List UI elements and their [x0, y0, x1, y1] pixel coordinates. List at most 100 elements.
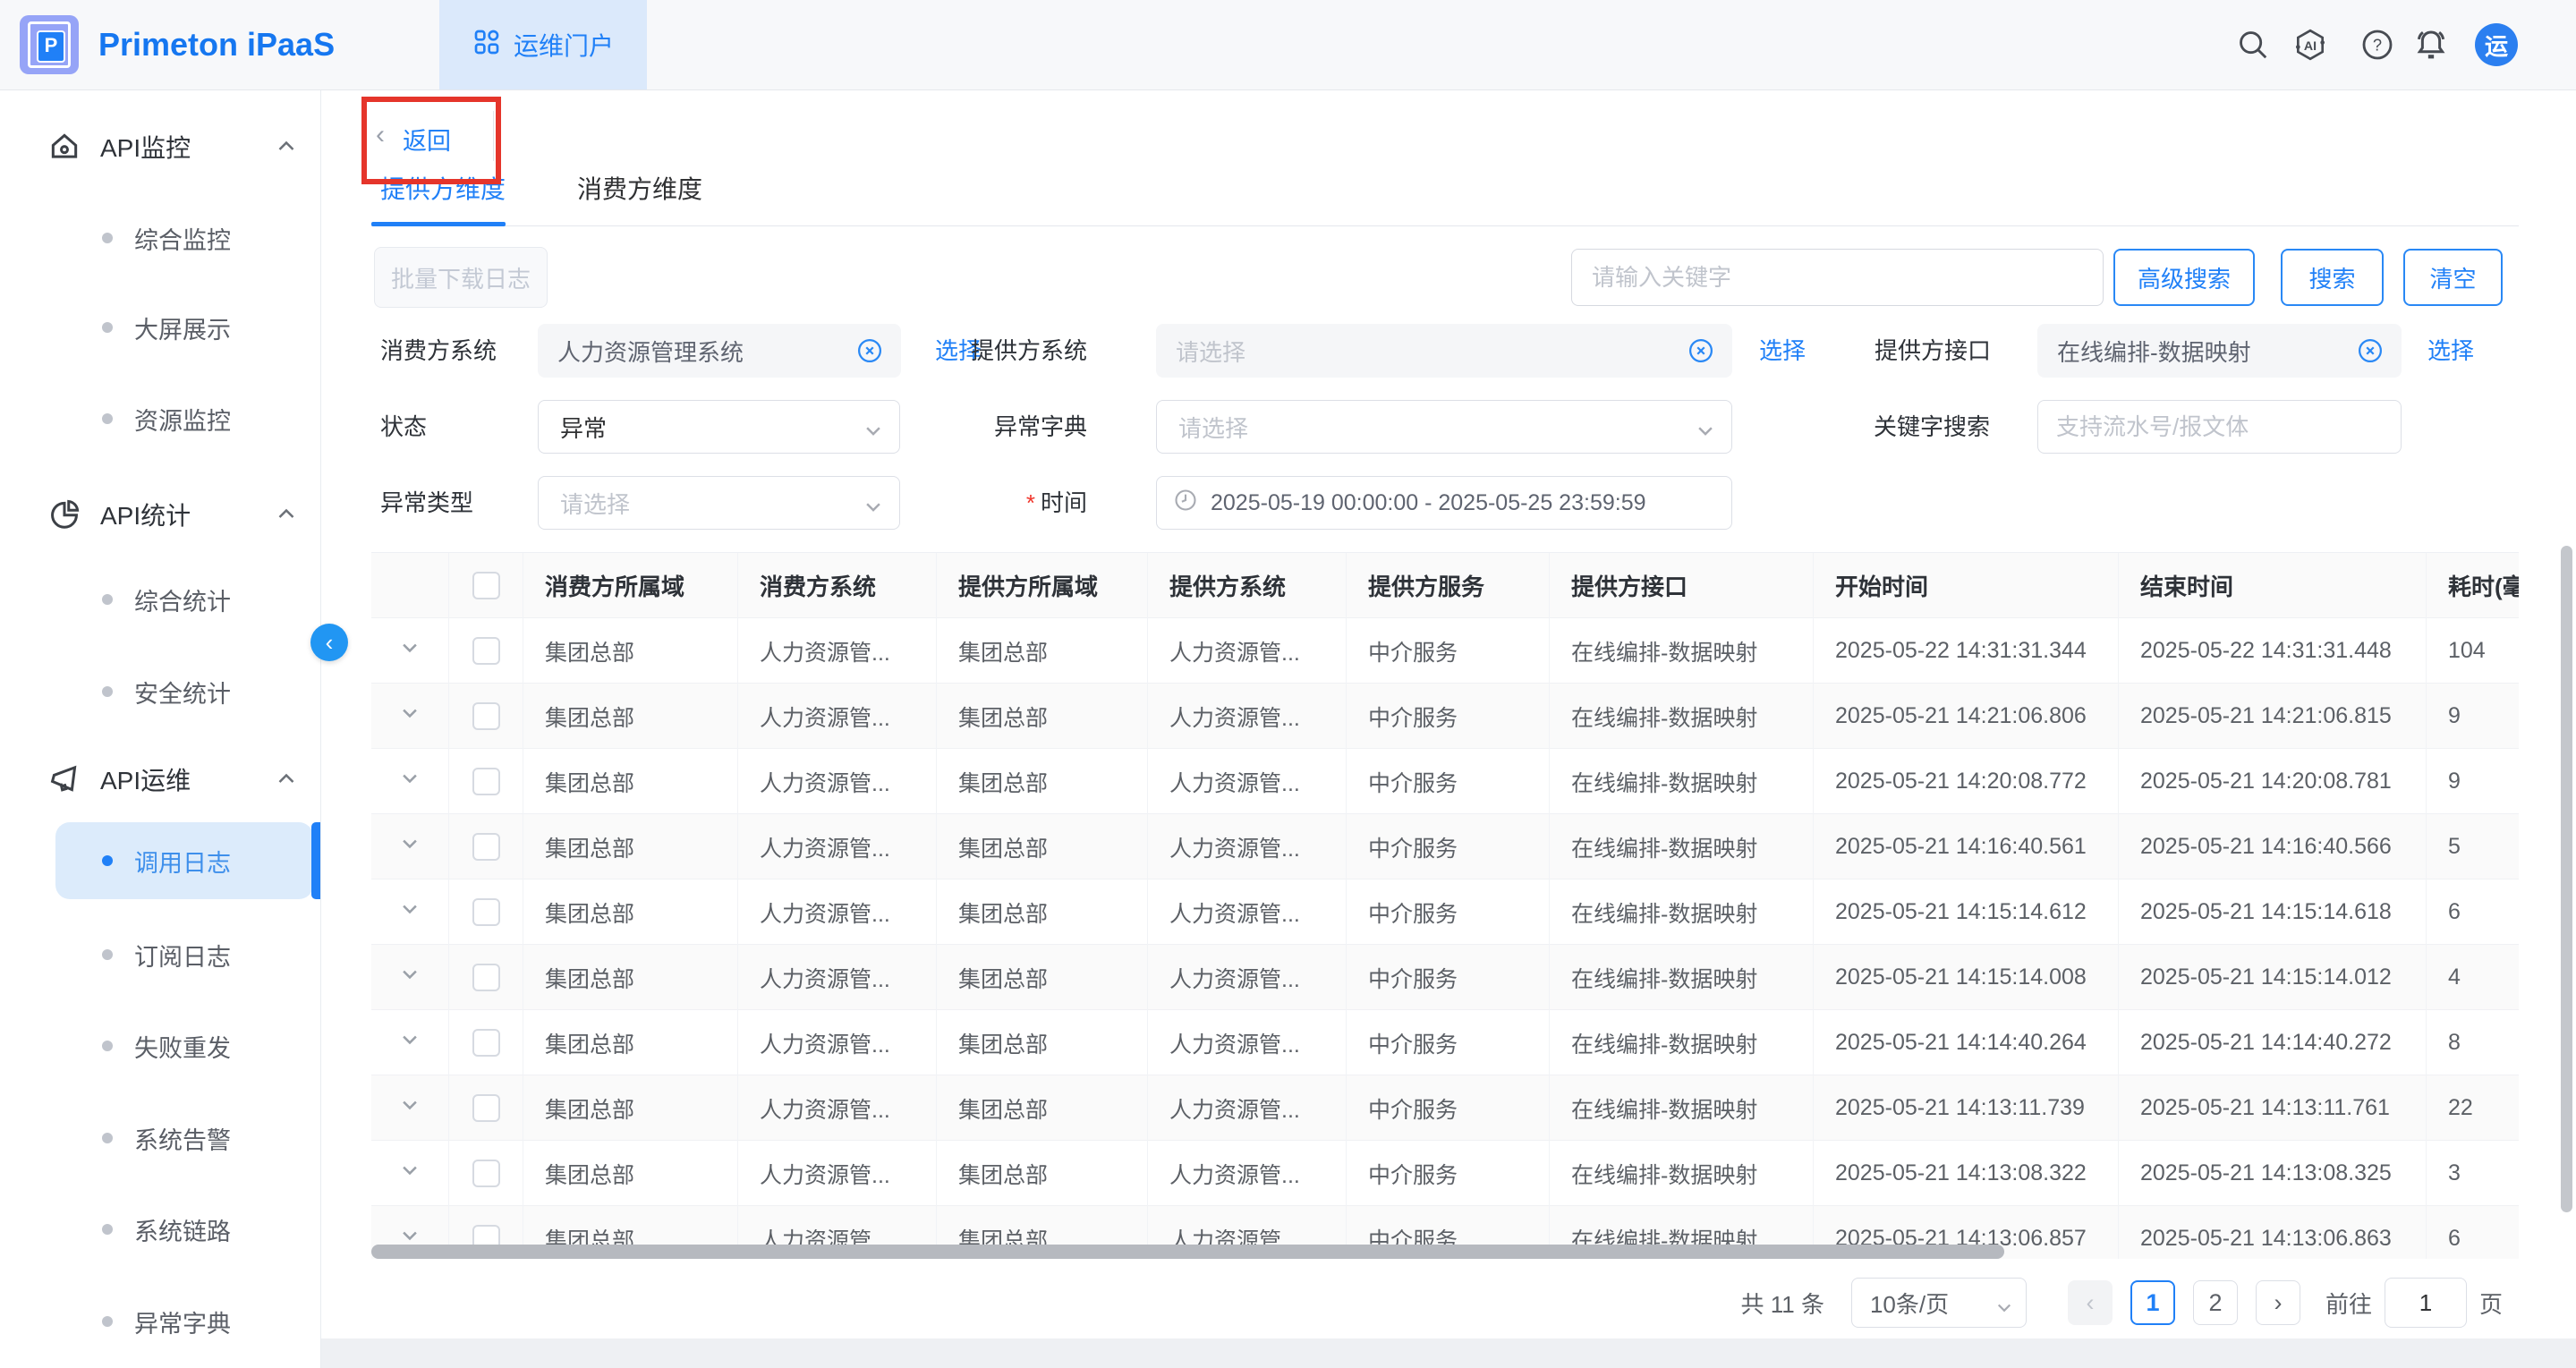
table-cell: 2025-05-21 14:15:14.612 [1814, 879, 2119, 945]
time-range-picker[interactable]: 2025-05-19 00:00:00 - 2025-05-25 23:59:5… [1156, 476, 1732, 530]
status-select[interactable]: 异常 [538, 400, 900, 454]
expand-icon[interactable] [400, 703, 420, 729]
sidebar-item[interactable]: 调用日志 [55, 822, 313, 899]
table-header-row: 消费方所属域消费方系统提供方所属域提供方系统提供方服务提供方接口开始时间结束时间… [371, 553, 2519, 618]
ai-icon[interactable]: AI [2291, 25, 2330, 64]
bell-icon[interactable] [2411, 25, 2451, 64]
table-cell: 在线编排-数据映射 [1550, 879, 1814, 945]
sidebar-item[interactable]: 系统告警 [55, 1100, 313, 1177]
sidebar-item[interactable]: 异常字典 [55, 1283, 313, 1360]
table-cell: 9 [2427, 749, 2519, 814]
table-cell [371, 945, 449, 1010]
error-dict-select[interactable]: 请选择 [1156, 400, 1732, 454]
expand-icon[interactable] [400, 964, 420, 990]
table-cell [449, 814, 523, 879]
clear-circle-icon[interactable] [856, 337, 883, 364]
row-checkbox[interactable] [472, 964, 500, 991]
consumer-system-field[interactable]: 人力资源管理系统 [538, 324, 901, 378]
sidebar-group-title[interactable]: API运维 [0, 748, 320, 811]
error-dict-label: 异常字典 [971, 400, 1087, 454]
page-size-select[interactable]: 10条/页 [1851, 1278, 2027, 1328]
select-all-checkbox[interactable] [472, 572, 500, 599]
provider-system-label: 提供方系统 [971, 324, 1087, 378]
provider-system-select-link[interactable]: 选择 [1759, 324, 1806, 378]
expand-icon[interactable] [400, 769, 420, 794]
page-size-value: 10条/页 [1870, 1287, 1949, 1320]
table-cell: 中介服务 [1347, 749, 1550, 814]
table-row: 集团总部人力资源管...集团总部人力资源管...中介服务在线编排-数据映射202… [371, 1075, 2519, 1141]
table-cell: 2025-05-21 14:13:08.322 [1814, 1141, 2119, 1206]
sidebar-item[interactable]: 订阅日志 [55, 916, 313, 993]
page-background-strip [321, 1338, 2576, 1368]
provider-system-placeholder: 请选择 [1176, 335, 1245, 368]
clear-circle-icon[interactable] [2357, 337, 2384, 364]
table-cell: 中介服务 [1347, 1141, 1550, 1206]
table-cell: 集团总部 [523, 814, 738, 879]
bullet-dot-icon [102, 322, 113, 333]
expand-icon[interactable] [400, 834, 420, 860]
consumer-system-value: 人力资源管理系统 [557, 335, 744, 368]
top-navbar: P Primeton iPaaS 运维门户 AI ? [0, 0, 2576, 90]
provider-api-field[interactable]: 在线编排-数据映射 [2037, 324, 2402, 378]
table-cell: 中介服务 [1347, 879, 1550, 945]
clear-button[interactable]: 清空 [2403, 249, 2503, 306]
sidebar-group-title[interactable]: API统计 [0, 483, 320, 546]
table-cell: 22 [2427, 1075, 2519, 1141]
table-cell: 人力资源管... [738, 1010, 937, 1075]
provider-system-field[interactable]: 请选择 [1156, 324, 1732, 378]
search-icon[interactable] [2233, 25, 2273, 64]
page-number-button[interactable]: 2 [2193, 1280, 2238, 1325]
keyword-filter-input[interactable] [2037, 400, 2402, 454]
advanced-search-button[interactable]: 高级搜索 [2113, 249, 2255, 306]
search-button[interactable]: 搜索 [2281, 249, 2384, 306]
portal-tab-ops[interactable]: 运维门户 [439, 0, 647, 89]
table-cell: 104 [2427, 618, 2519, 684]
row-checkbox[interactable] [472, 637, 500, 665]
sidebar-item[interactable]: 失败重发 [55, 1007, 313, 1084]
row-checkbox[interactable] [472, 702, 500, 730]
table-header-cell: 消费方所属域 [523, 553, 738, 618]
row-checkbox[interactable] [472, 768, 500, 795]
sidebar-item[interactable]: 安全统计 [55, 653, 313, 730]
sidebar-item[interactable]: 综合监控 [55, 200, 313, 276]
batch-download-button[interactable]: 批量下载日志 [374, 247, 548, 308]
table-cell: 2025-05-21 14:21:06.815 [2119, 684, 2427, 749]
sidebar-collapse-button[interactable]: ‹ [310, 624, 348, 661]
page-unit-label: 页 [2479, 1287, 2503, 1320]
pagination: 共 11 条 10条/页 ‹ 12 › 前往 页 [0, 1270, 2503, 1335]
portal-tab-label: 运维门户 [514, 27, 614, 63]
page-number-button[interactable]: 1 [2130, 1280, 2175, 1325]
sidebar-item[interactable]: 系统链路 [55, 1191, 313, 1268]
error-type-select[interactable]: 请选择 [538, 476, 900, 530]
row-checkbox[interactable] [472, 1094, 500, 1122]
prev-page-button[interactable]: ‹ [2068, 1280, 2113, 1325]
sidebar-item[interactable]: 综合统计 [55, 561, 313, 638]
keyword-search-input[interactable] [1571, 249, 2104, 306]
row-checkbox[interactable] [472, 833, 500, 861]
sidebar-item-label: 调用日志 [134, 844, 231, 879]
row-checkbox[interactable] [472, 898, 500, 926]
user-avatar[interactable]: 运 [2475, 23, 2518, 66]
sidebar-item[interactable]: 大屏展示 [55, 289, 313, 366]
expand-icon[interactable] [400, 899, 420, 925]
expand-icon[interactable] [400, 1095, 420, 1121]
sidebar-group-title[interactable]: API监控 [0, 115, 320, 178]
next-page-button[interactable]: › [2256, 1280, 2300, 1325]
expand-icon[interactable] [400, 638, 420, 664]
provider-api-select-link[interactable]: 选择 [2427, 324, 2474, 378]
tab-consumer-dimension[interactable]: 消费方维度 [577, 170, 702, 206]
horizontal-scrollbar[interactable] [371, 1245, 2004, 1259]
expand-icon[interactable] [400, 1160, 420, 1186]
clear-circle-icon[interactable] [1688, 337, 1714, 364]
goto-page-input[interactable] [2385, 1278, 2467, 1328]
row-checkbox[interactable] [472, 1029, 500, 1057]
log-table: 消费方所属域消费方系统提供方所属域提供方系统提供方服务提供方接口开始时间结束时间… [371, 552, 2519, 1259]
row-checkbox[interactable] [472, 1160, 500, 1187]
expand-icon[interactable] [400, 1030, 420, 1056]
table-cell: 集团总部 [523, 618, 738, 684]
sidebar-item[interactable]: 资源监控 [55, 380, 313, 457]
table-cell: 人力资源管... [1148, 879, 1347, 945]
help-icon[interactable]: ? [2358, 25, 2397, 64]
vertical-scrollbar[interactable] [2561, 546, 2572, 1212]
consumer-system-label: 消费方系统 [380, 324, 497, 378]
